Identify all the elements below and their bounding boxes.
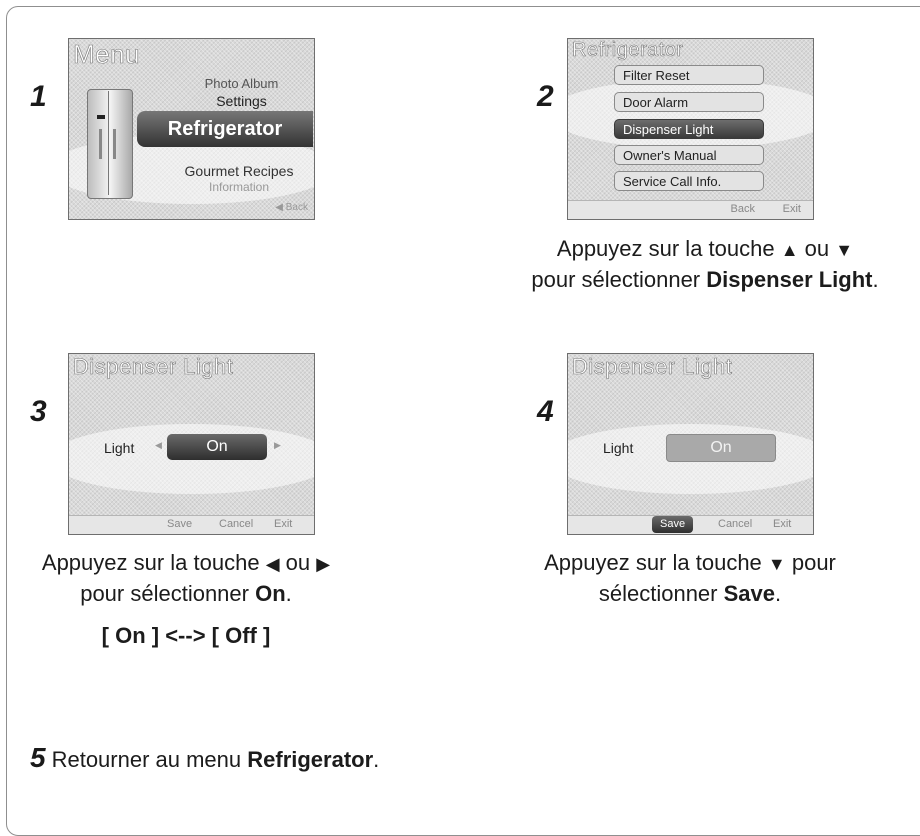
step-number-4: 4 [537, 395, 554, 428]
option-owners-manual[interactable]: Owner's Manual [614, 145, 764, 165]
left-arrow-icon[interactable]: ◀ [155, 440, 162, 451]
step-number-1: 1 [30, 80, 47, 113]
screen-title: Menu [73, 39, 141, 69]
right-arrow-icon[interactable]: ▶ [274, 440, 281, 451]
cancel-button[interactable]: Cancel [718, 518, 752, 530]
caption-text: pour sélectionner [531, 267, 707, 292]
option-door-alarm[interactable]: Door Alarm [614, 92, 764, 112]
step-5-text: . [373, 747, 380, 772]
screen-title: Refrigerator [572, 39, 684, 61]
caption-line-2: pour sélectionner On. [26, 579, 346, 609]
caption-text: pour [785, 550, 836, 575]
exit-button[interactable]: Exit [783, 203, 801, 215]
softkey-bar: Back Exit [568, 200, 813, 219]
back-button[interactable]: ◀ Back [275, 202, 308, 213]
softkey-bar: Save Cancel Exit [568, 515, 813, 534]
screen-refrigerator: Refrigerator Filter Reset Door Alarm Dis… [567, 38, 814, 220]
step-5-emphasis: Refrigerator [247, 747, 374, 772]
caption-text: . [872, 267, 879, 292]
up-arrow-icon: ▲ [780, 240, 799, 260]
toggle-options: [ On ] <--> [ Off ] [101, 623, 271, 648]
caption-text: Appuyez sur la touche [556, 236, 781, 261]
step-5-text: Retourner au menu [51, 747, 248, 772]
caption-text: ou [798, 236, 836, 261]
caption-line-2: pour sélectionner Dispenser Light. [495, 265, 915, 295]
light-label: Light [603, 440, 634, 456]
option-filter-reset[interactable]: Filter Reset [614, 65, 764, 85]
left-arrow-icon: ◀ [265, 554, 280, 574]
step-5: 5 Retourner au menu Refrigerator. [30, 742, 379, 774]
caption-emphasis: Save [723, 581, 775, 606]
menu-item-refrigerator[interactable]: Refrigerator [137, 111, 313, 147]
right-arrow-icon: ▶ [316, 554, 331, 574]
caption-line-2: sélectionner Save. [505, 579, 875, 609]
softkey-bar: Save Cancel Exit [69, 515, 314, 534]
caption-text: . [775, 581, 782, 606]
caption-text: . [285, 581, 292, 606]
caption-emphasis: Dispenser Light [706, 267, 873, 292]
screen-title: Dispenser Light [73, 354, 234, 379]
caption-step-4: Appuyez sur la touche ▼ pour sélectionne… [505, 548, 875, 609]
menu-item-information[interactable]: Information [169, 180, 309, 194]
option-service-call-info[interactable]: Service Call Info. [614, 171, 764, 191]
menu-item-gourmet-recipes[interactable]: Gourmet Recipes [169, 163, 309, 179]
step-number-3: 3 [30, 395, 47, 428]
exit-button[interactable]: Exit [274, 518, 292, 530]
refrigerator-icon [79, 89, 141, 201]
caption-text: sélectionner [598, 581, 724, 606]
screen-menu: Menu Photo Album Settings Refrigerator G… [68, 38, 315, 220]
caption-text: pour sélectionner [80, 581, 256, 606]
caption-step-2: Appuyez sur la touche ▲ ou ▼ pour sélect… [495, 234, 915, 295]
down-arrow-icon: ▼ [835, 240, 854, 260]
save-button[interactable]: Save [652, 516, 694, 533]
caption-text: Appuyez sur la touche [544, 550, 768, 575]
down-arrow-icon: ▼ [767, 554, 786, 574]
menu-item-settings[interactable]: Settings [174, 93, 309, 109]
step-number-2: 2 [537, 80, 554, 113]
save-button[interactable]: Save [167, 518, 192, 530]
light-label: Light [104, 440, 135, 456]
caption-step-3: Appuyez sur la touche ◀ ou ▶ pour sélect… [26, 548, 346, 651]
option-dispenser-light[interactable]: Dispenser Light [614, 119, 764, 139]
caption-text: Appuyez sur la touche [41, 550, 266, 575]
screen-dispenser-light-save: Dispenser Light Light On Save Cancel Exi… [567, 353, 814, 535]
caption-line-1: Appuyez sur la touche ◀ ou ▶ [26, 548, 346, 579]
caption-line-1: Appuyez sur la touche ▲ ou ▼ [495, 234, 915, 265]
caption-text: ou [279, 550, 317, 575]
menu-item-photo-album[interactable]: Photo Album [174, 76, 309, 91]
screen-title: Dispenser Light [572, 354, 733, 379]
exit-button[interactable]: Exit [773, 518, 791, 530]
light-value-on[interactable]: On [666, 434, 776, 462]
step-number-5: 5 [30, 742, 46, 773]
caption-line-1: Appuyez sur la touche ▼ pour [505, 548, 875, 579]
back-button[interactable]: Back [731, 203, 755, 215]
cancel-button[interactable]: Cancel [219, 518, 253, 530]
screen-dispenser-light-edit: Dispenser Light Light ◀ On ▶ Save Cancel… [68, 353, 315, 535]
light-value-on[interactable]: On [167, 434, 267, 460]
caption-emphasis: On [255, 581, 286, 606]
